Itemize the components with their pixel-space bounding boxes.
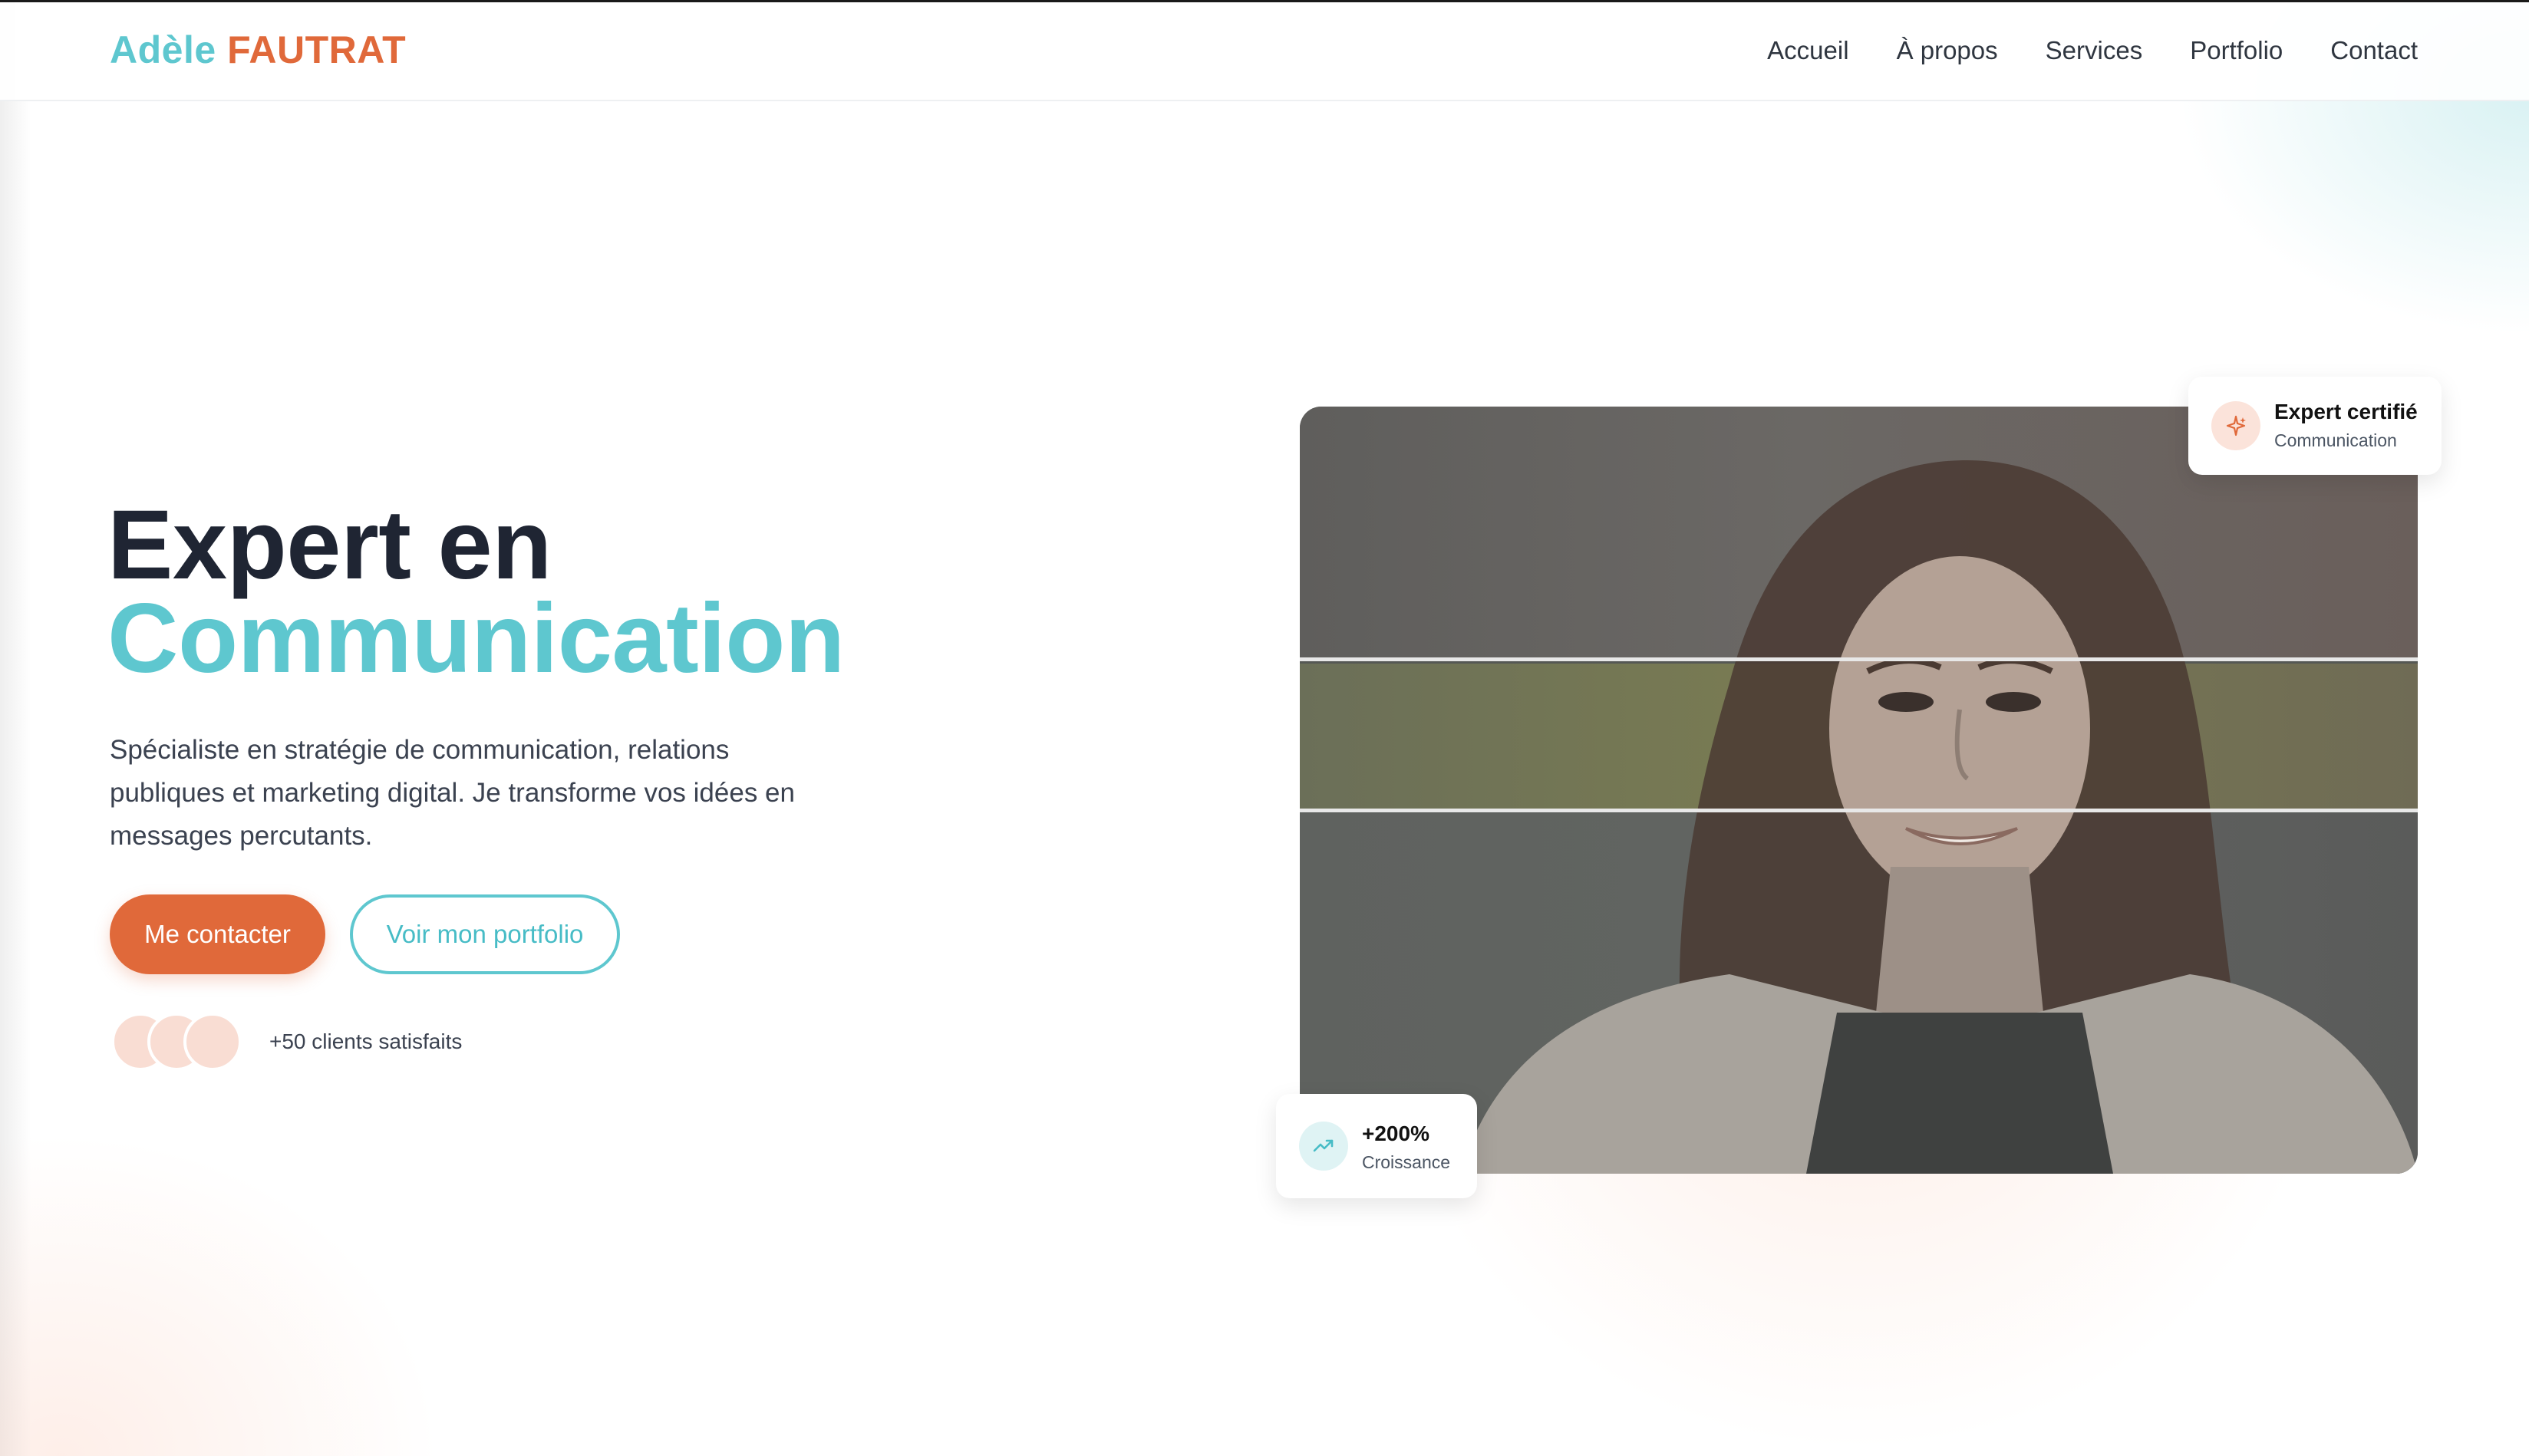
nav-link-portfolio[interactable]: Portfolio [2190,36,2283,65]
avatar [183,1013,242,1071]
logo-last-name: FAUTRAT [227,28,407,71]
nav-link-contact[interactable]: Contact [2330,36,2418,65]
logo[interactable]: Adèle FAUTRAT [110,28,406,72]
photo-divider [1300,657,2418,661]
hero-title-line1: Expert en [107,490,552,600]
logo-first-name: Adèle [110,28,216,71]
expert-badge-subtitle: Communication [2274,430,2397,450]
growth-badge-value: +200% [1362,1122,1429,1145]
navbar: Adèle FAUTRAT Accueil À propos Services … [0,2,2529,101]
nav-link-a-propos[interactable]: À propos [1897,36,1998,65]
hero-title-line2: Communication [107,584,845,693]
trending-up-icon [1299,1122,1348,1171]
clients-count-text: +50 clients satisfaits [269,1029,463,1053]
hero-description: Spécialiste en stratégie de communicatio… [110,735,795,851]
hero-title: Expert en Communication [107,490,845,693]
client-avatars [111,1013,246,1071]
sparkles-icon [2211,401,2260,450]
portrait-photo [1300,407,2418,1174]
nav-link-accueil[interactable]: Accueil [1767,36,1848,65]
nav-link-services[interactable]: Services [2046,36,2143,65]
growth-badge-label: Croissance [1362,1152,1451,1172]
growth-badge-card: +200% Croissance [1276,1094,1477,1198]
expert-badge-card: Expert certifié Communication [2188,377,2442,475]
portfolio-button[interactable]: Voir mon portfolio [350,894,620,974]
portrait-illustration [1461,460,2418,1174]
expert-badge-title: Expert certifié [2274,400,2418,423]
nav-menu: Accueil À propos Services Portfolio Cont… [1767,36,2418,65]
photo-divider [1300,809,2418,812]
contact-button[interactable]: Me contacter [110,894,325,974]
